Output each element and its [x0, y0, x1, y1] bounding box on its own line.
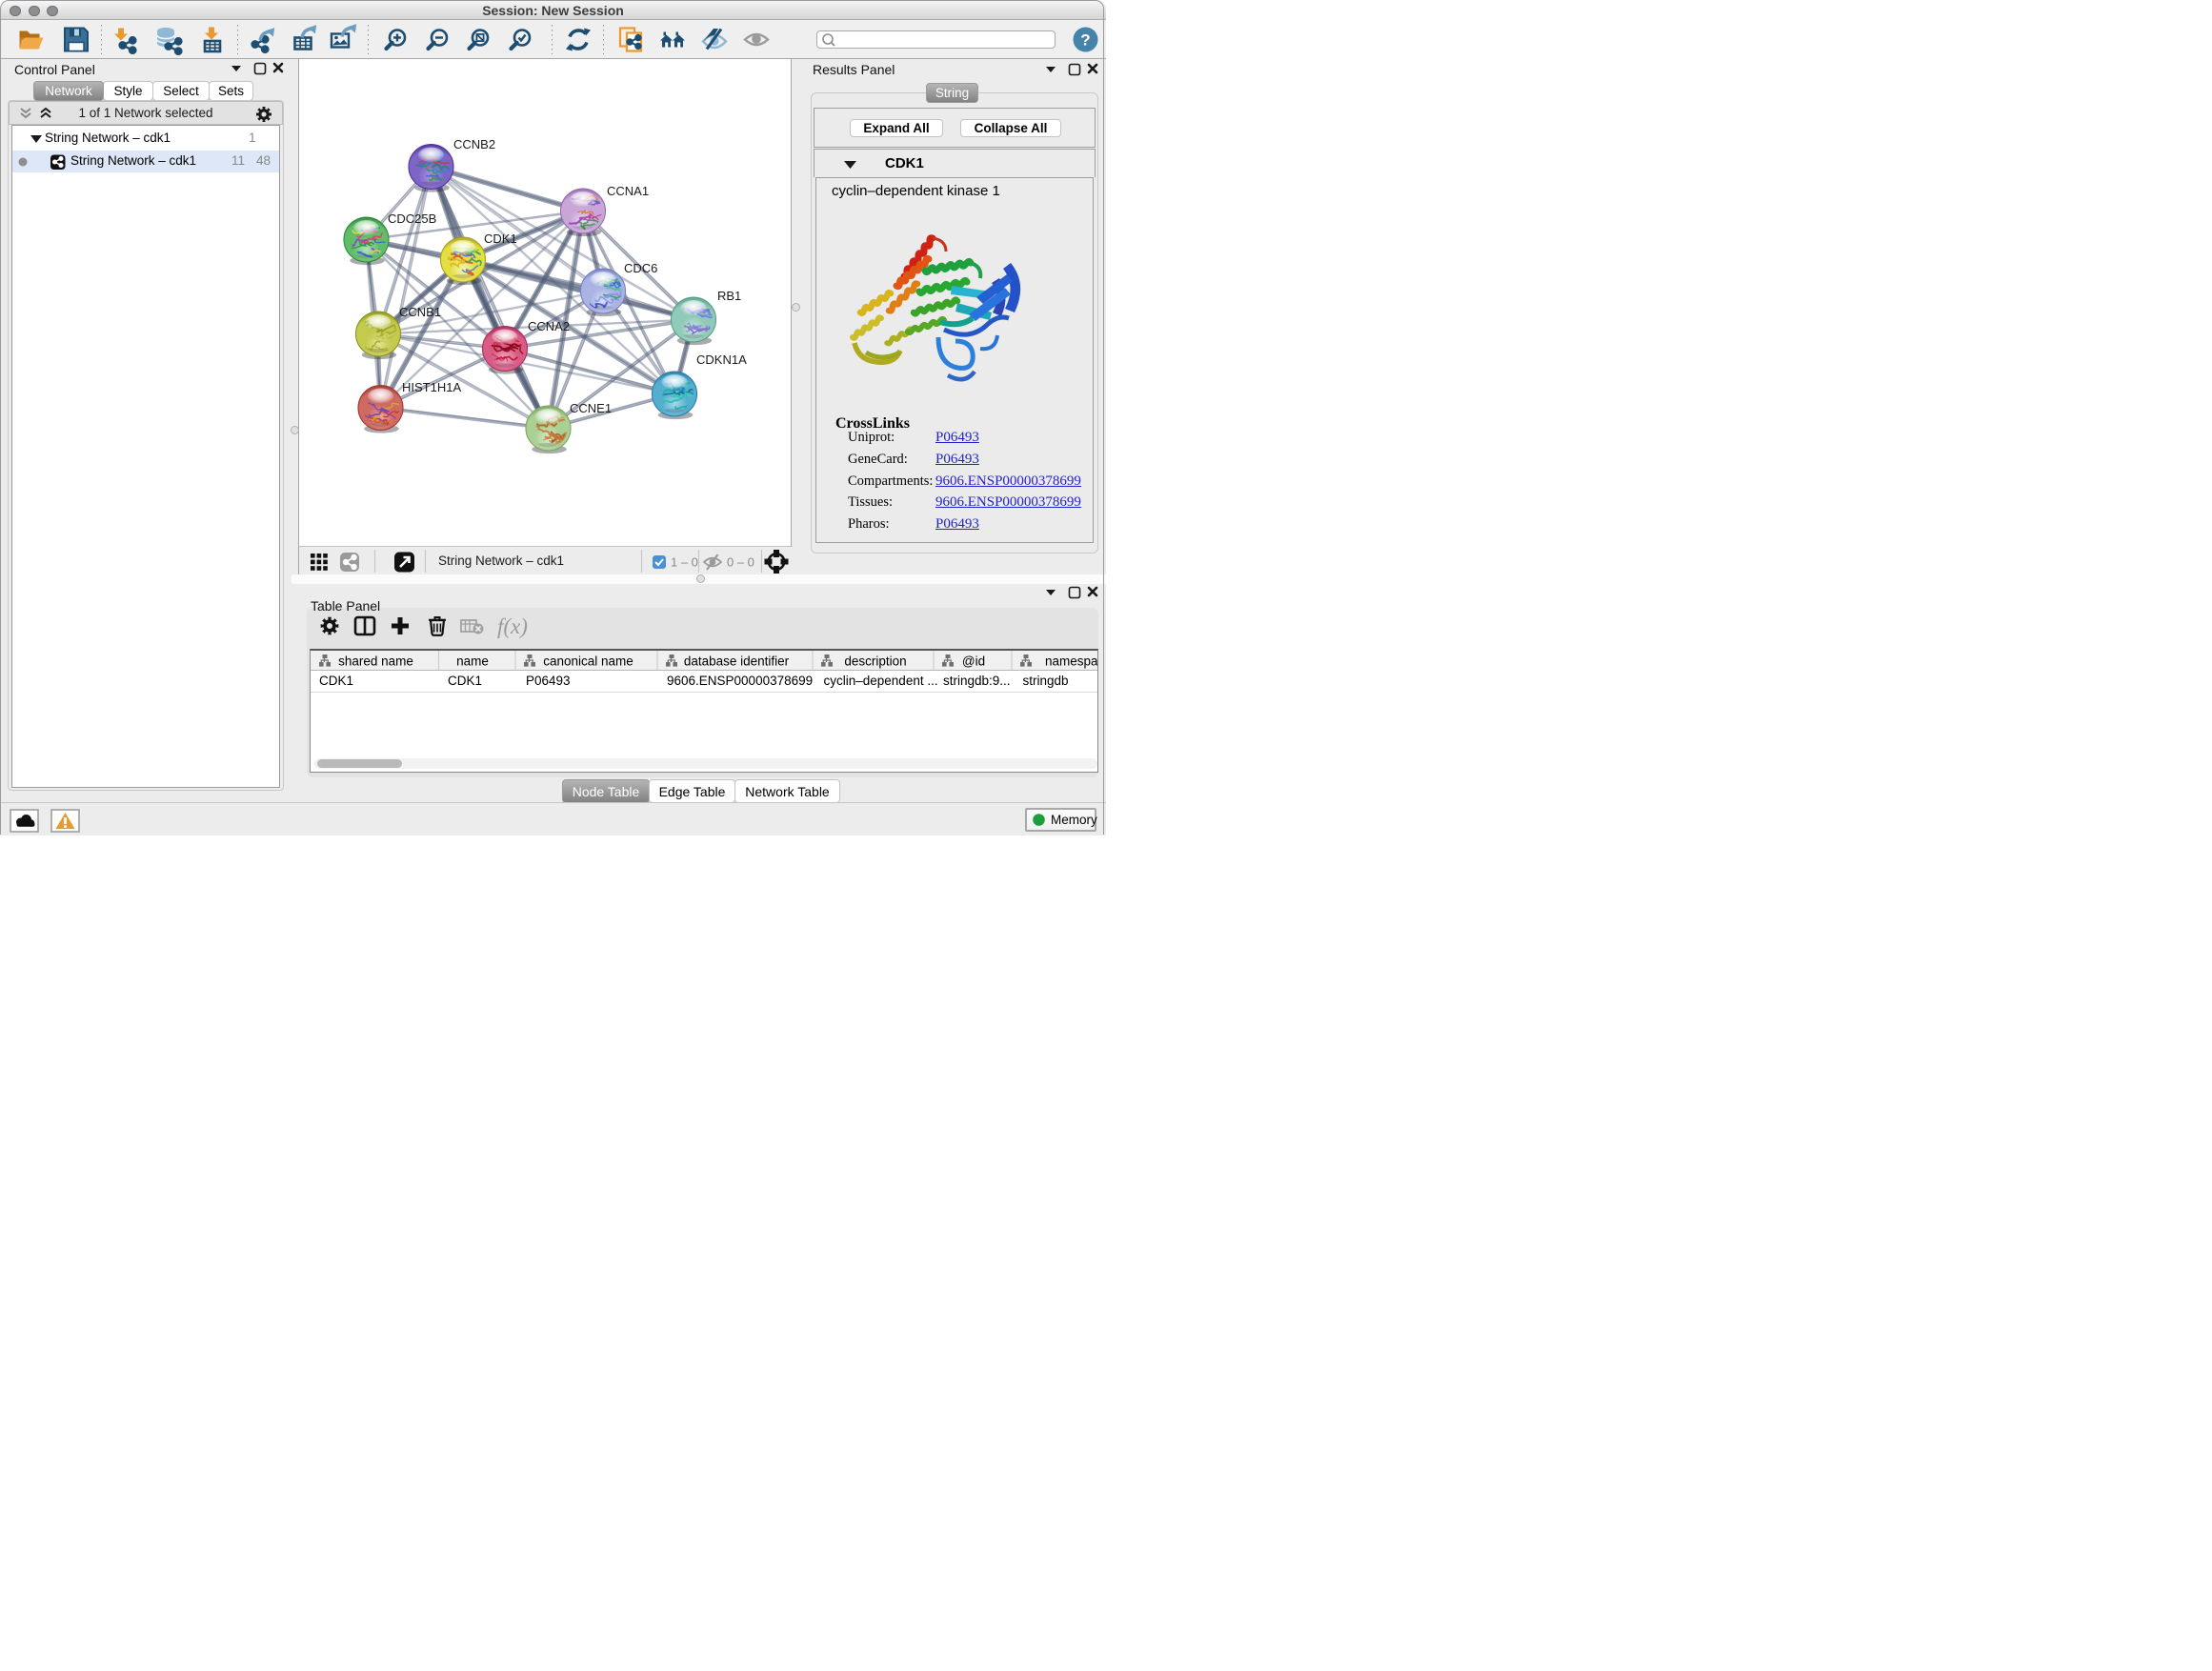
svg-text:1 – 0: 1 – 0	[671, 555, 698, 570]
svg-text:@id: @id	[962, 654, 985, 669]
svg-text:CDC6: CDC6	[624, 261, 657, 275]
svg-text:CDKN1A: CDKN1A	[696, 352, 747, 367]
svg-text:RB1: RB1	[717, 289, 741, 303]
svg-text:description: description	[844, 654, 906, 669]
svg-text:CDC25B: CDC25B	[388, 211, 436, 226]
svg-text:database identifier: database identifier	[684, 654, 790, 669]
svg-text:CCNB1: CCNB1	[399, 305, 441, 319]
svg-text:CCNA2: CCNA2	[528, 319, 570, 333]
svg-text:CDK1: CDK1	[484, 232, 517, 246]
svg-text:namespace: namespace	[1045, 654, 1097, 669]
svg-text:CCNB2: CCNB2	[453, 137, 495, 151]
svg-text:?: ?	[1080, 31, 1090, 50]
svg-text:shared name: shared name	[338, 654, 413, 669]
svg-text:name: name	[456, 654, 489, 669]
svg-text:canonical name: canonical name	[543, 654, 633, 669]
svg-text:HIST1H1A: HIST1H1A	[402, 380, 461, 394]
svg-text:CCNA1: CCNA1	[607, 184, 649, 198]
svg-text:CCNE1: CCNE1	[570, 401, 612, 415]
svg-text:f(x): f(x)	[497, 614, 528, 638]
svg-text:0 – 0: 0 – 0	[727, 555, 754, 570]
